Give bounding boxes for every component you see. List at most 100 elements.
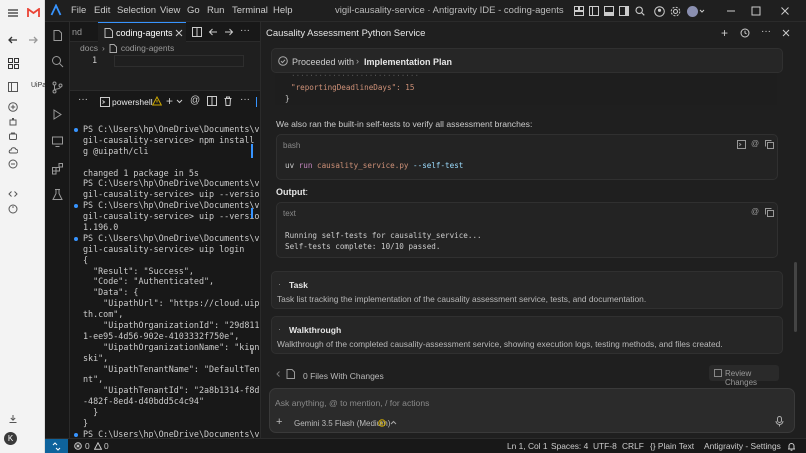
line-ending[interactable]: CRLF bbox=[622, 441, 644, 451]
remote-explorer-icon[interactable] bbox=[50, 134, 65, 149]
extension-icon[interactable] bbox=[6, 115, 20, 129]
toggle-sidebar-icon[interactable] bbox=[587, 4, 601, 18]
model-dropdown-icon[interactable] bbox=[390, 419, 397, 426]
panel-more-icon[interactable]: ··· bbox=[78, 94, 88, 105]
forward-arrow-icon[interactable] bbox=[26, 33, 40, 47]
menu-run[interactable]: Run bbox=[207, 5, 224, 16]
agent-input-field[interactable]: Ask anything, @ to mention, / for action… bbox=[275, 398, 429, 408]
task-title[interactable]: Task bbox=[289, 280, 308, 290]
terminal-name[interactable]: powershell bbox=[112, 97, 153, 107]
layout-customize-icon[interactable] bbox=[572, 4, 586, 18]
breadcrumb-docs[interactable]: docs bbox=[80, 43, 98, 53]
menu-view[interactable]: View bbox=[160, 5, 180, 16]
insert-terminal-icon[interactable] bbox=[737, 140, 746, 149]
trash-icon[interactable] bbox=[223, 96, 233, 106]
terminal-scroll-thumb[interactable] bbox=[251, 348, 253, 354]
output-mention-icon[interactable]: @ bbox=[751, 207, 759, 216]
search-icon[interactable] bbox=[633, 4, 647, 18]
error-icon[interactable] bbox=[74, 442, 82, 450]
command-decoration-dot[interactable] bbox=[74, 236, 78, 241]
copy-icon[interactable] bbox=[765, 140, 774, 149]
menu-file[interactable]: File bbox=[71, 5, 86, 16]
remote-indicator-icon[interactable] bbox=[45, 439, 68, 453]
agent-input-box[interactable]: Ask anything, @ to mention, / for action… bbox=[269, 388, 795, 433]
sidebar-panel-icon[interactable] bbox=[6, 80, 20, 94]
command-decoration-dot[interactable] bbox=[74, 127, 78, 132]
microphone-icon[interactable] bbox=[775, 416, 784, 427]
editor-tab-active[interactable]: coding-agents bbox=[98, 22, 186, 42]
menu-help[interactable]: Help bbox=[273, 5, 293, 16]
menu-go[interactable]: Go bbox=[187, 5, 200, 16]
breadcrumb-coding-agents[interactable]: coding-agents bbox=[121, 43, 174, 53]
split-terminal-icon[interactable] bbox=[207, 96, 217, 106]
cursor-position[interactable]: Ln 1, Col 1 bbox=[507, 441, 548, 451]
cloud-icon[interactable] bbox=[6, 143, 20, 157]
warning-count[interactable]: 0 bbox=[104, 441, 109, 451]
agent-close-icon[interactable] bbox=[782, 29, 790, 37]
search-activity-icon[interactable] bbox=[50, 54, 65, 69]
error-count[interactable]: 0 bbox=[85, 441, 90, 451]
user-avatar-icon[interactable] bbox=[686, 4, 706, 18]
more-actions-icon[interactable]: ··· bbox=[240, 25, 250, 36]
code-brackets-icon[interactable] bbox=[6, 187, 20, 201]
files-changed-label[interactable]: 0 Files With Changes bbox=[303, 371, 384, 381]
mention-icon[interactable]: @ bbox=[190, 95, 200, 106]
editor-tab-partial[interactable]: nd bbox=[72, 27, 82, 37]
terminal-output[interactable]: PS C:\Users\hp\OneDrive\Documents\vi gil-… bbox=[70, 112, 260, 438]
settings-status[interactable]: Antigravity - Settings bbox=[704, 441, 781, 451]
new-terminal-icon[interactable]: + bbox=[166, 94, 173, 108]
nav-back-icon[interactable] bbox=[208, 27, 218, 37]
add-context-icon[interactable]: + bbox=[276, 416, 282, 428]
split-editor-icon[interactable] bbox=[192, 27, 202, 37]
terminal-more-icon[interactable]: ··· bbox=[240, 94, 250, 105]
walkthrough-title[interactable]: Walkthrough bbox=[289, 325, 341, 335]
explorer-files-icon[interactable] bbox=[50, 28, 65, 43]
review-changes-button[interactable]: Review Changes bbox=[709, 365, 779, 387]
copilot-icon[interactable] bbox=[6, 157, 20, 171]
task-artifact-card[interactable]: · Task Task list tracking the implementa… bbox=[271, 271, 783, 309]
add-circle-icon[interactable] bbox=[6, 100, 20, 114]
gmail-icon[interactable] bbox=[26, 6, 40, 20]
uipath-tab-label[interactable]: UiPa bbox=[31, 82, 46, 89]
agent-more-icon[interactable]: ··· bbox=[761, 26, 771, 37]
menu-terminal[interactable]: Terminal bbox=[232, 5, 268, 16]
menu-edit[interactable]: Edit bbox=[94, 5, 110, 16]
editor[interactable]: docs › coding-agents 1 bbox=[70, 42, 260, 90]
apps-grid-icon[interactable] bbox=[6, 56, 20, 70]
model-selector[interactable]: Gemini 3.5 Flash (Medium) bbox=[294, 419, 390, 428]
indentation[interactable]: Spaces: 4 bbox=[551, 441, 588, 451]
testing-flask-icon[interactable] bbox=[50, 187, 65, 202]
source-control-icon[interactable] bbox=[50, 80, 65, 95]
warning-status-icon[interactable] bbox=[94, 442, 102, 450]
settings-gear-icon[interactable] bbox=[668, 4, 682, 18]
terminal-dropdown-icon[interactable] bbox=[176, 98, 183, 105]
toggle-panel-icon[interactable] bbox=[602, 4, 616, 18]
language-mode[interactable]: {} Plain Text bbox=[650, 441, 694, 451]
profile-avatar[interactable]: K bbox=[4, 432, 17, 445]
download-icon[interactable] bbox=[6, 412, 20, 426]
notifications-bell-icon[interactable] bbox=[787, 442, 796, 451]
agent-scrollbar-thumb[interactable] bbox=[794, 262, 797, 332]
command-decoration-dot[interactable] bbox=[74, 203, 78, 208]
history-icon[interactable] bbox=[740, 28, 750, 38]
accounts-icon[interactable] bbox=[652, 4, 666, 18]
extensions-icon[interactable] bbox=[50, 161, 65, 176]
walkthrough-artifact-card[interactable]: · Walkthrough Walkthrough of the complet… bbox=[271, 316, 783, 354]
window-maximize-icon[interactable] bbox=[749, 4, 763, 18]
panel-resize-handle[interactable] bbox=[256, 97, 257, 107]
code-mention-icon[interactable]: @ bbox=[751, 139, 759, 148]
output-copy-icon[interactable] bbox=[765, 208, 774, 217]
implementation-plan-link[interactable]: Implementation Plan bbox=[364, 57, 452, 67]
menu-selection[interactable]: Selection bbox=[117, 5, 156, 16]
tab-close-icon[interactable] bbox=[175, 29, 183, 37]
files-back-icon[interactable] bbox=[274, 370, 282, 378]
window-minimize-icon[interactable] bbox=[724, 4, 738, 18]
toggle-secondary-sidebar-icon[interactable] bbox=[617, 4, 631, 18]
window-close-icon[interactable] bbox=[778, 4, 792, 18]
back-arrow-icon[interactable] bbox=[6, 33, 20, 47]
new-conversation-icon[interactable]: + bbox=[721, 26, 728, 40]
command-decoration-dot[interactable] bbox=[74, 432, 78, 437]
nav-forward-icon[interactable] bbox=[224, 27, 234, 37]
browser-menu-icon[interactable] bbox=[6, 6, 20, 20]
encoding[interactable]: UTF-8 bbox=[593, 441, 617, 451]
